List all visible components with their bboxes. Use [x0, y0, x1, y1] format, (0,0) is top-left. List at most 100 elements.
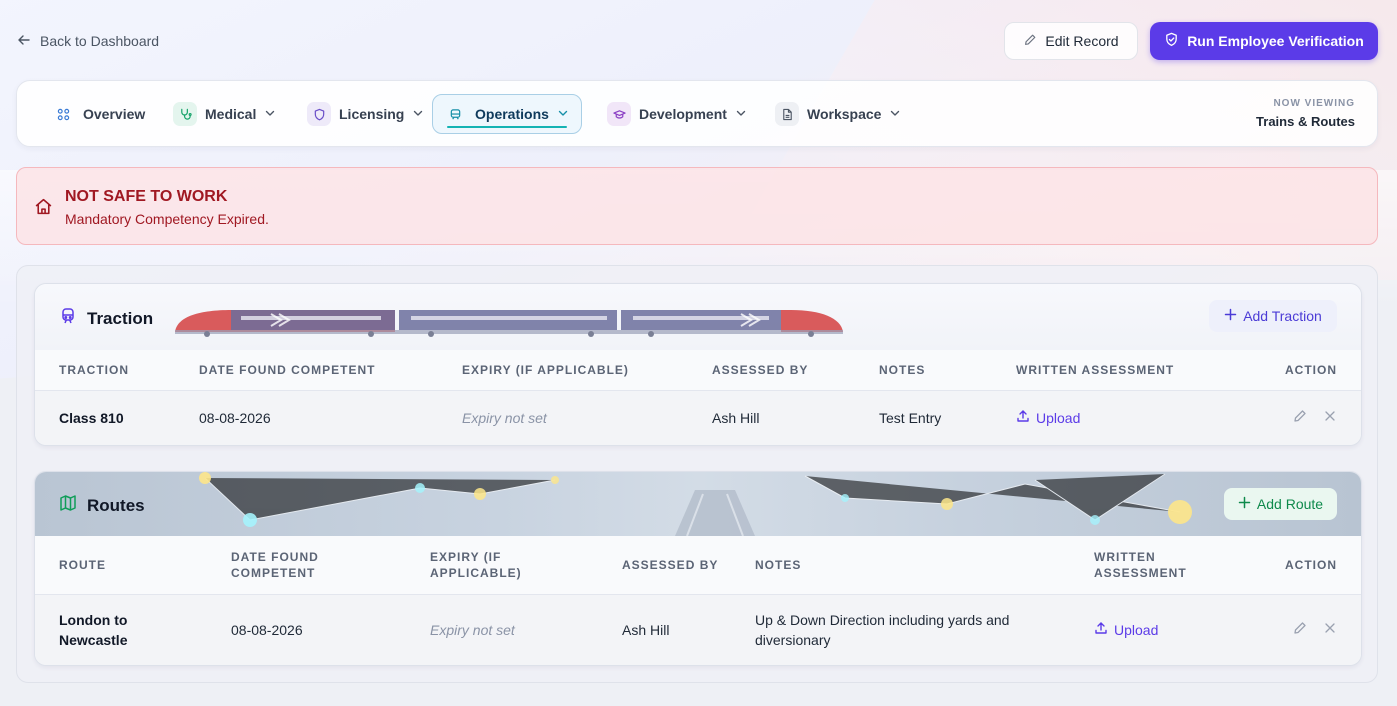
- train-icon: [443, 102, 467, 126]
- traction-title: Traction: [59, 307, 153, 330]
- network-illustration: [199, 472, 1192, 536]
- upload-icon: [1016, 408, 1030, 428]
- delete-x-icon[interactable]: [1323, 621, 1337, 635]
- column-header: NOTES: [879, 350, 1016, 391]
- routes-table: ROUTE DATE FOUND COMPETENT EXPIRY (IF AP…: [35, 536, 1361, 665]
- routes-card-header: Routes Add Route: [35, 472, 1361, 536]
- column-header: NOTES: [755, 536, 1094, 595]
- tab-development[interactable]: Development: [597, 94, 759, 134]
- assessed-by-cell: Ash Hill: [622, 594, 755, 665]
- add-traction-label: Add Traction: [1243, 308, 1322, 324]
- tab-operations[interactable]: Operations: [432, 94, 582, 134]
- column-header: WRITTEN ASSESSMENT: [1094, 536, 1244, 595]
- map-icon: [59, 494, 77, 517]
- tab-overview-label: Overview: [83, 106, 146, 122]
- column-header: ACTION: [1234, 350, 1361, 391]
- edit-pencil-icon[interactable]: [1293, 409, 1307, 423]
- column-header: DATE FOUND COMPETENT: [199, 350, 462, 391]
- graduation-cap-icon: [607, 102, 631, 126]
- route-cell: London to Newcastle: [35, 594, 231, 665]
- chevron-down-icon: [735, 106, 747, 122]
- upload-button[interactable]: Upload: [1016, 408, 1080, 428]
- add-traction-button[interactable]: Add Traction: [1209, 300, 1337, 332]
- tab-workspace-label: Workspace: [807, 106, 882, 122]
- column-header: ROUTE: [35, 536, 231, 595]
- table-row: London to Newcastle 08-08-2026 Expiry no…: [35, 594, 1361, 665]
- table-row: Class 810 08-08-2026 Expiry not set Ash …: [35, 390, 1361, 445]
- safety-alert-banner: NOT SAFE TO WORK Mandatory Competency Ex…: [16, 167, 1378, 245]
- column-header: ACTION: [1244, 536, 1361, 595]
- routes-card: Routes Add Route ROUTE DATE FOUND COMPET…: [34, 471, 1362, 666]
- notes-cell: Test Entry: [879, 390, 1016, 445]
- action-cell: [1244, 594, 1361, 665]
- back-label: Back to Dashboard: [40, 33, 160, 49]
- run-employee-verification-button[interactable]: Run Employee Verification: [1150, 22, 1378, 60]
- stethoscope-icon: [173, 102, 197, 126]
- tab-medical-label: Medical: [205, 106, 257, 122]
- now-viewing-indicator: NOW VIEWING Trains & Routes: [1256, 98, 1355, 129]
- column-header: ASSESSED BY: [712, 350, 879, 391]
- chevron-down-icon: [557, 106, 569, 122]
- action-cell: [1234, 390, 1361, 445]
- chevron-down-icon: [412, 106, 424, 122]
- traction-header-row: TRACTION DATE FOUND COMPETENT EXPIRY (IF…: [35, 350, 1361, 391]
- top-bar: Back to Dashboard Edit Record Run Employ…: [0, 0, 1397, 80]
- competencies-panel: Traction Add Traction TRACTION DATE FOUN…: [16, 265, 1378, 683]
- tab-licensing[interactable]: Licensing: [297, 94, 436, 134]
- expiry-cell: Expiry not set: [462, 390, 712, 445]
- plus-icon: [1238, 496, 1251, 512]
- tab-licensing-label: Licensing: [339, 106, 405, 122]
- column-header: EXPIRY (IF APPLICABLE): [462, 350, 712, 391]
- column-header: DATE FOUND COMPETENT: [231, 536, 430, 595]
- routes-header-row: ROUTE DATE FOUND COMPETENT EXPIRY (IF AP…: [35, 536, 1361, 595]
- alert-message: Mandatory Competency Expired.: [65, 211, 269, 227]
- back-to-dashboard-link[interactable]: Back to Dashboard: [16, 31, 159, 51]
- tab-workspace[interactable]: Workspace: [765, 94, 913, 134]
- alert-title: NOT SAFE TO WORK: [65, 188, 228, 205]
- traction-card-header: Traction Add Traction: [35, 284, 1361, 350]
- routes-title: Routes: [59, 494, 145, 517]
- traction-cell: Class 810: [35, 390, 199, 445]
- tab-development-label: Development: [639, 106, 727, 122]
- column-header: EXPIRY (IF APPLICABLE): [430, 536, 622, 595]
- shield-check-icon: [1164, 32, 1179, 50]
- date-cell: 08-08-2026: [231, 594, 430, 665]
- pencil-icon: [1023, 33, 1037, 50]
- tab-operations-label: Operations: [475, 106, 549, 122]
- run-verification-label: Run Employee Verification: [1187, 33, 1364, 49]
- tab-medical[interactable]: Medical: [163, 94, 288, 134]
- assessed-by-cell: Ash Hill: [712, 390, 879, 445]
- column-header: TRACTION: [35, 350, 199, 391]
- tab-overview[interactable]: Overview: [41, 94, 157, 134]
- add-route-button[interactable]: Add Route: [1224, 488, 1337, 520]
- traction-title-label: Traction: [87, 308, 154, 328]
- routes-title-label: Routes: [87, 495, 145, 515]
- plus-icon: [1224, 308, 1237, 324]
- upload-icon: [1094, 620, 1108, 640]
- edit-record-button[interactable]: Edit Record: [1004, 22, 1138, 60]
- chevron-down-icon: [264, 106, 276, 122]
- column-header: WRITTEN ASSESSMENT: [1016, 350, 1234, 391]
- traction-card: Traction Add Traction TRACTION DATE FOUN…: [34, 283, 1362, 446]
- upload-button[interactable]: Upload: [1094, 620, 1158, 640]
- written-assessment-cell: Upload: [1094, 594, 1244, 665]
- train-icon: [59, 307, 77, 330]
- notes-cell: Up & Down Direction including yards and …: [755, 594, 1094, 665]
- section-nav: Overview Medical Licensing Operations De…: [16, 80, 1378, 147]
- document-icon: [775, 102, 799, 126]
- written-assessment-cell: Upload: [1016, 390, 1234, 445]
- traction-table: TRACTION DATE FOUND COMPETENT EXPIRY (IF…: [35, 350, 1361, 445]
- arrow-left-icon: [16, 32, 32, 51]
- expiry-cell: Expiry not set: [430, 594, 622, 665]
- train-illustration: [175, 310, 843, 337]
- delete-x-icon[interactable]: [1323, 409, 1337, 423]
- edit-pencil-icon[interactable]: [1293, 621, 1307, 635]
- shield-icon: [307, 102, 331, 126]
- edit-record-label: Edit Record: [1045, 33, 1119, 49]
- add-route-label: Add Route: [1256, 496, 1324, 512]
- column-header: ASSESSED BY: [622, 536, 755, 595]
- upload-label: Upload: [1114, 622, 1159, 639]
- grid-icon: [51, 102, 75, 126]
- now-viewing-label: NOW VIEWING: [1273, 98, 1355, 109]
- upload-label: Upload: [1036, 410, 1081, 427]
